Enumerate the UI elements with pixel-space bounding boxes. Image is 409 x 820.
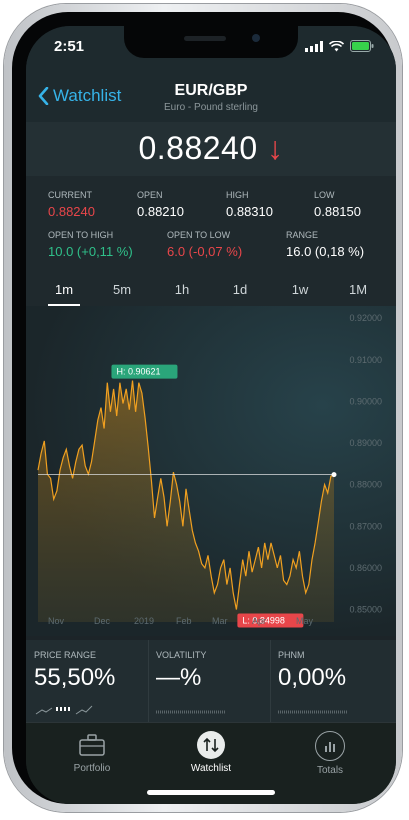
- x-tick-label: Apr: [252, 616, 266, 626]
- price-range-card: PRICE RANGE 55,50%: [26, 640, 149, 722]
- y-tick-label: 0.87000: [349, 521, 382, 531]
- stat-open-to-high-label: OPEN TO HIGH: [48, 230, 114, 240]
- y-tick-label: 0.89000: [349, 438, 382, 448]
- y-tick-label: 0.91000: [349, 355, 382, 365]
- navigation-bar: Watchlist EUR/GBP Euro - Pound sterling: [26, 70, 396, 122]
- page-subtitle: Euro - Pound sterling: [164, 102, 258, 113]
- screen: 2:51 Watchlist EUR/GBP Euro - Pound ster…: [26, 26, 396, 804]
- x-tick-label: Feb: [176, 616, 192, 626]
- x-tick-label: 2019: [134, 616, 154, 626]
- status-icons: [305, 40, 374, 52]
- stat-current-value: 0.88240: [48, 204, 95, 219]
- home-indicator[interactable]: [147, 790, 275, 795]
- phnm-card: PHNM 0,00%: [270, 640, 396, 722]
- tab-1h[interactable]: 1h: [162, 282, 202, 297]
- x-tick-label: May: [296, 616, 314, 626]
- tab-portfolio-label: Portfolio: [73, 763, 111, 774]
- tab-1M[interactable]: 1M: [338, 282, 378, 297]
- tab-watchlist[interactable]: Watchlist: [171, 731, 251, 774]
- phnm-sparkline-icon: [278, 710, 348, 714]
- signal-icon: [305, 40, 323, 52]
- price-range-value: 55,50%: [34, 664, 116, 691]
- y-tick-label: 0.90000: [349, 396, 382, 406]
- price-chart[interactable]: 0.92000 0.91000 0.90000 0.89000 0.88000 0.870…: [26, 306, 396, 636]
- updown-arrows-icon: [197, 731, 225, 759]
- phnm-value: 0,00%: [278, 664, 347, 691]
- tab-totals[interactable]: Totals: [290, 731, 370, 776]
- notch: [124, 26, 298, 58]
- page-title: EUR/GBP: [174, 82, 248, 99]
- volatility-card: VOLATILITY —%: [148, 640, 271, 722]
- price-area: [38, 380, 334, 622]
- timeframe-tabs: 1m 5m 1h 1d 1w 1M: [26, 276, 396, 306]
- wifi-icon: [329, 40, 344, 51]
- y-tick-label: 0.88000: [349, 480, 382, 490]
- stat-open-to-high-value: 10.0 (+0,11 %): [48, 244, 133, 259]
- stat-low-value: 0.88150: [314, 204, 361, 219]
- tab-5m[interactable]: 5m: [102, 282, 142, 297]
- price-value: 0.88240: [138, 130, 258, 166]
- x-tick-label: Nov: [48, 616, 65, 626]
- bar-chart-icon: [315, 731, 345, 761]
- tab-portfolio[interactable]: Portfolio: [52, 731, 132, 774]
- volatility-value: —%: [156, 664, 202, 691]
- stat-open-value: 0.88210: [137, 204, 184, 219]
- speaker: [184, 36, 226, 41]
- current-price: 0.88240 ↓: [26, 130, 396, 167]
- stat-low-label: LOW: [314, 190, 335, 200]
- down-arrow-icon: ↓: [267, 130, 284, 166]
- bottom-stats: PRICE RANGE 55,50% VOLATILITY —% PHNM 0,…: [26, 640, 396, 722]
- stat-open-label: OPEN: [137, 190, 163, 200]
- current-price-dot: [331, 472, 337, 478]
- tab-1w[interactable]: 1w: [280, 282, 320, 297]
- tab-watchlist-label: Watchlist: [190, 763, 232, 774]
- briefcase-icon: [78, 731, 106, 759]
- high-marker-label: H: 0.90621: [116, 367, 160, 377]
- stat-range-label: RANGE: [286, 230, 319, 240]
- tab-totals-label: Totals: [316, 765, 344, 776]
- stat-high-value: 0.88310: [226, 204, 273, 219]
- y-tick-label: 0.86000: [349, 563, 382, 573]
- volatility-label: VOLATILITY: [156, 650, 207, 660]
- stat-open-to-low-label: OPEN TO LOW: [167, 230, 231, 240]
- stats-panel: CURRENT 0.88240 OPEN 0.88210 HIGH 0.8831…: [26, 176, 396, 276]
- status-time: 2:51: [54, 38, 85, 55]
- x-tick-label: Mar: [212, 616, 228, 626]
- tab-1m[interactable]: 1m: [44, 282, 84, 306]
- price-range-label: PRICE RANGE: [34, 650, 97, 660]
- battery-icon: [350, 40, 374, 52]
- price-range-sparkline-icon: [35, 705, 93, 715]
- y-tick-label: 0.92000: [349, 313, 382, 323]
- stat-current-label: CURRENT: [48, 190, 92, 200]
- phone-bezel: 2:51 Watchlist EUR/GBP Euro - Pound ster…: [12, 12, 396, 804]
- price-header: 0.88240 ↓: [26, 122, 396, 176]
- stat-open-to-low-value: 6.0 (-0,07 %): [167, 244, 243, 259]
- x-tick-label: Dec: [94, 616, 111, 626]
- phone-frame: 2:51 Watchlist EUR/GBP Euro - Pound ster…: [4, 4, 402, 812]
- stat-range-value: 16.0 (0,18 %): [286, 244, 365, 259]
- tab-1d[interactable]: 1d: [220, 282, 260, 297]
- y-tick-label: 0.85000: [349, 605, 382, 615]
- camera: [252, 34, 260, 42]
- volatility-sparkline-icon: [156, 710, 226, 714]
- phnm-label: PHNM: [278, 650, 305, 660]
- stat-high-label: HIGH: [226, 190, 249, 200]
- price-chart-svg: 0.92000 0.91000 0.90000 0.89000 0.88000 0.870…: [37, 313, 382, 628]
